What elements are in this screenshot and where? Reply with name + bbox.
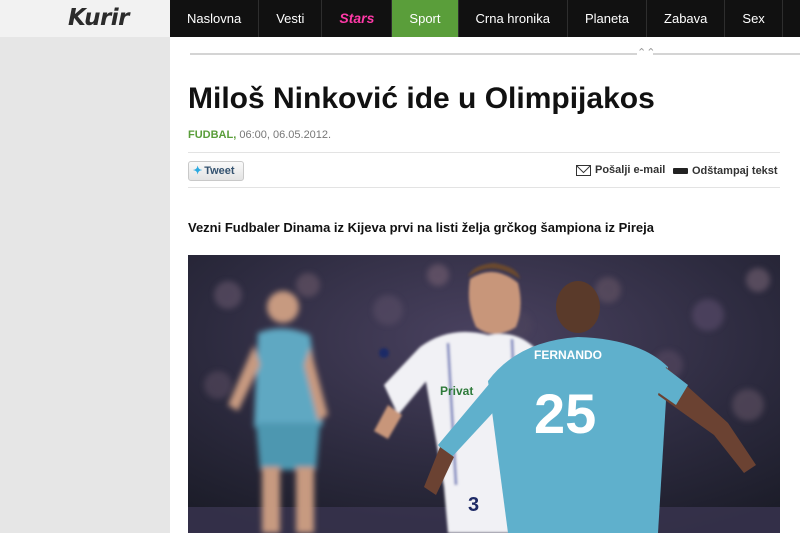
top-bar: Kurir Naslovna Vesti Stars Sport Crna hr… [0, 0, 800, 37]
shorts-number: 3 [468, 494, 479, 516]
sponsor-text: Privat [440, 384, 473, 398]
email-label: Pošalji e-mail [595, 164, 666, 176]
football-photo-illustration: Privat 3 FERNANDO 25 [188, 255, 780, 533]
article-title: Miloš Ninković ide u Olimpijakos [188, 82, 655, 115]
stars-logo: Stars [339, 10, 375, 26]
send-email-link[interactable]: Pošalji e-mail [576, 164, 665, 176]
nav-item-stars[interactable]: Stars [322, 0, 393, 37]
meta-divider [188, 152, 780, 153]
nav-item-naslovna[interactable]: Naslovna [170, 0, 260, 37]
printer-icon [673, 164, 688, 177]
tweet-label: Tweet [204, 165, 235, 177]
nav-item-crna-hronika[interactable]: Crna hronika [459, 0, 568, 37]
print-label: Odštampaj tekst [692, 164, 778, 177]
jersey-name: FERNANDO [534, 348, 602, 362]
site-logo[interactable]: Kurir [68, 5, 130, 31]
nav-item-planeta[interactable]: Planeta [568, 0, 648, 37]
article-photo: Privat 3 FERNANDO 25 [188, 255, 780, 533]
article-lead: Vezni Fudbaler Dinama iz Kijeva prvi na … [188, 220, 654, 235]
nav-item-sport[interactable]: Sport [392, 0, 459, 37]
publish-datetime: 06:00, 06.05.2012. [239, 129, 332, 141]
category-link[interactable]: FUDBAL, [188, 129, 236, 141]
top-divider [190, 53, 800, 55]
share-divider [188, 187, 780, 188]
article-meta: FUDBAL, 06:00, 06.05.2012. [188, 129, 331, 141]
article-container: ⌃⌃ Miloš Ninković ide u Olimpijakos FUDB… [170, 37, 800, 533]
main-nav: Naslovna Vesti Stars Sport Crna hronika … [170, 0, 800, 37]
twitter-bird-icon: ✦ [193, 165, 203, 177]
jersey-number: 25 [534, 382, 596, 445]
envelope-icon [576, 164, 591, 176]
tweet-button[interactable]: ✦ Tweet [188, 161, 244, 181]
print-link[interactable]: Odštampaj tekst [673, 164, 778, 177]
nav-item-sex[interactable]: Sex [725, 0, 783, 37]
logo-area: Kurir [0, 0, 170, 37]
left-sidebar [0, 37, 170, 533]
collapse-up-icon[interactable]: ⌃⌃ [637, 46, 655, 60]
nav-item-vesti[interactable]: Vesti [259, 0, 323, 37]
nav-item-zabava[interactable]: Zabava [647, 0, 726, 37]
